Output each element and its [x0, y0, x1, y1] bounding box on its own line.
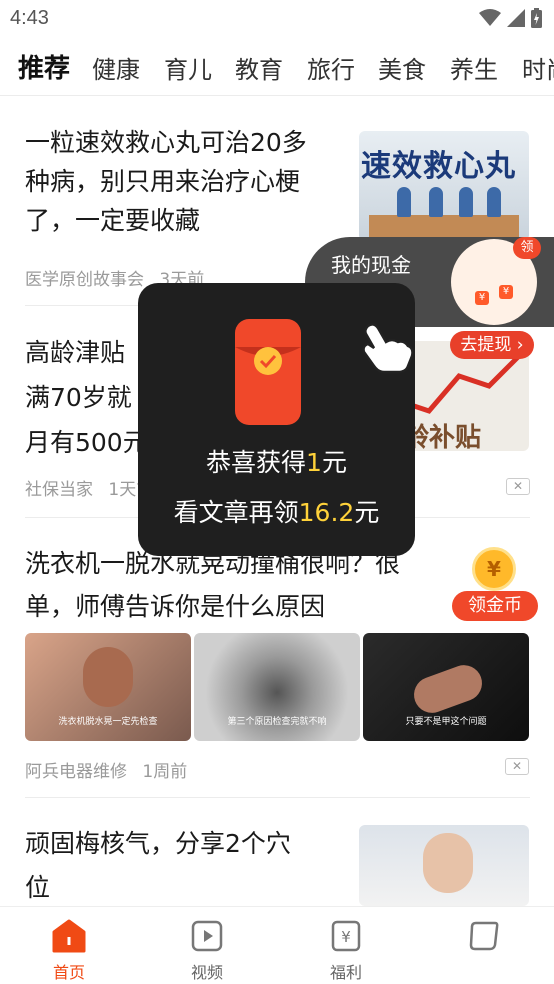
home-icon — [52, 919, 86, 953]
dismiss-button[interactable]: ✕ — [506, 478, 530, 495]
tab-parenting[interactable]: 育儿 — [164, 50, 212, 85]
coin-icon: ¥ — [499, 285, 513, 299]
title-line: 一粒速效救心丸可治20多 — [25, 128, 307, 157]
battery-icon — [531, 8, 542, 28]
article-meta: 社保当家 1天前 — [25, 475, 153, 500]
status-time: 4:43 — [10, 7, 49, 29]
signal-icon — [507, 9, 525, 27]
nav-video[interactable]: 视频 — [172, 919, 242, 983]
promo-text: 看文章再领 — [173, 498, 299, 527]
red-envelope-icon — [235, 319, 301, 425]
title-line: 位 — [25, 873, 51, 902]
tab-recommend[interactable]: 推荐 — [18, 48, 70, 85]
thumbnail-figure — [487, 187, 501, 217]
bottom-nav: 首页 视频 ¥ 福利 — [0, 906, 554, 984]
thumbnail-text: 速效救心丸 — [361, 149, 516, 184]
article-meta: 阿兵电器维修 1周前 — [25, 757, 187, 782]
profile-icon — [469, 921, 499, 951]
divider — [25, 797, 530, 798]
article-thumbnail: 洗衣机脱水晃一定先检查 — [25, 633, 191, 741]
article-card[interactable]: 顽固梅核气，分享2个穴 位 — [25, 822, 530, 906]
tab-wellness[interactable]: 养生 — [450, 50, 498, 85]
pointing-hand-icon — [362, 323, 414, 374]
thumbnail-caption: 第三个原因检查完就不响 — [227, 717, 327, 727]
article-time: 1周前 — [142, 762, 188, 782]
wifi-icon — [479, 9, 501, 26]
video-icon — [191, 920, 223, 952]
thumbnail-figure — [397, 187, 411, 217]
status-icons — [479, 8, 542, 28]
chevron-right-icon: › — [516, 335, 524, 355]
nav-home[interactable]: 首页 — [34, 919, 104, 983]
reward-text: 恭喜获得 — [206, 448, 307, 477]
thumbnail-caption: 只要不是甲这个问题 — [405, 717, 487, 727]
thumbnail-figure — [429, 187, 443, 217]
thumbnail-hand — [408, 660, 488, 718]
title-line: 种病，别只用来治疗心梗 — [25, 167, 301, 196]
channel-tabs: 推荐 健康 育儿 教育 旅行 美食 养生 时尚 — [0, 40, 554, 96]
tab-food[interactable]: 美食 — [378, 50, 426, 85]
tab-travel[interactable]: 旅行 — [307, 50, 355, 85]
reward-promo: 看文章再领16.2元 — [138, 493, 415, 529]
coin-reward-button[interactable]: ¥ 领金币 — [452, 547, 538, 621]
thumbnail-caption: 洗衣机脱水晃一定先检查 — [58, 717, 158, 727]
coin-icon: ¥ — [475, 291, 489, 305]
promo-amount: 16.2 — [298, 498, 355, 527]
article-source: 社保当家 — [25, 480, 93, 500]
nav-label: 视频 — [190, 963, 223, 982]
thumbnail-face — [423, 833, 473, 893]
nav-profile[interactable] — [449, 919, 519, 959]
title-line: 了，一定要收藏 — [25, 206, 201, 235]
article-title: 一粒速效救心丸可治20多 种病，别只用来治疗心梗 了，一定要收藏 — [25, 123, 345, 240]
dismiss-button[interactable]: ✕ — [505, 758, 529, 775]
tab-education[interactable]: 教育 — [235, 50, 283, 85]
coin-button-label: 领金币 — [452, 591, 538, 621]
status-bar: 4:43 — [0, 0, 554, 38]
app-screen: 4:43 推荐 健康 育儿 教育 旅行 美食 养生 时尚 一粒速效救心丸可治20… — [0, 0, 554, 984]
promo-unit: 元 — [354, 498, 380, 527]
welfare-icon: ¥ — [331, 920, 361, 952]
nav-label: 福利 — [329, 963, 362, 982]
thumbnail-face — [83, 647, 133, 707]
gold-coin-icon: ¥ — [472, 547, 516, 591]
cash-widget-label: 我的现金 — [331, 253, 411, 277]
withdraw-button[interactable]: 去提现 › — [450, 331, 534, 359]
article-thumbnail: 只要不是甲这个问题 — [363, 633, 529, 741]
reward-unit: 元 — [321, 448, 347, 477]
welfare-icon-symbol: ¥ — [341, 928, 351, 946]
nav-label: 首页 — [52, 963, 85, 982]
reward-message: 恭喜获得1元 — [138, 443, 415, 479]
reward-amount: 1 — [306, 448, 322, 477]
article-source: 阿兵电器维修 — [25, 762, 127, 782]
article-thumbnail: 速效救心丸 — [359, 131, 529, 241]
thumbnail-figure — [459, 187, 473, 217]
nav-welfare[interactable]: ¥ 福利 — [311, 919, 381, 983]
withdraw-button-label: 去提现 — [460, 335, 512, 355]
article-thumbnail: 第三个原因检查完就不响 — [194, 633, 360, 741]
tab-health[interactable]: 健康 — [92, 50, 140, 85]
tab-fashion[interactable]: 时尚 — [522, 50, 554, 85]
article-thumbnail — [359, 825, 529, 906]
claim-badge[interactable]: 领 — [513, 237, 541, 259]
article-source: 医学原创故事会 — [25, 270, 144, 290]
title-line: 顽固梅核气，分享2个穴 — [25, 829, 291, 858]
article-title: 顽固梅核气，分享2个穴 位 — [25, 822, 345, 910]
